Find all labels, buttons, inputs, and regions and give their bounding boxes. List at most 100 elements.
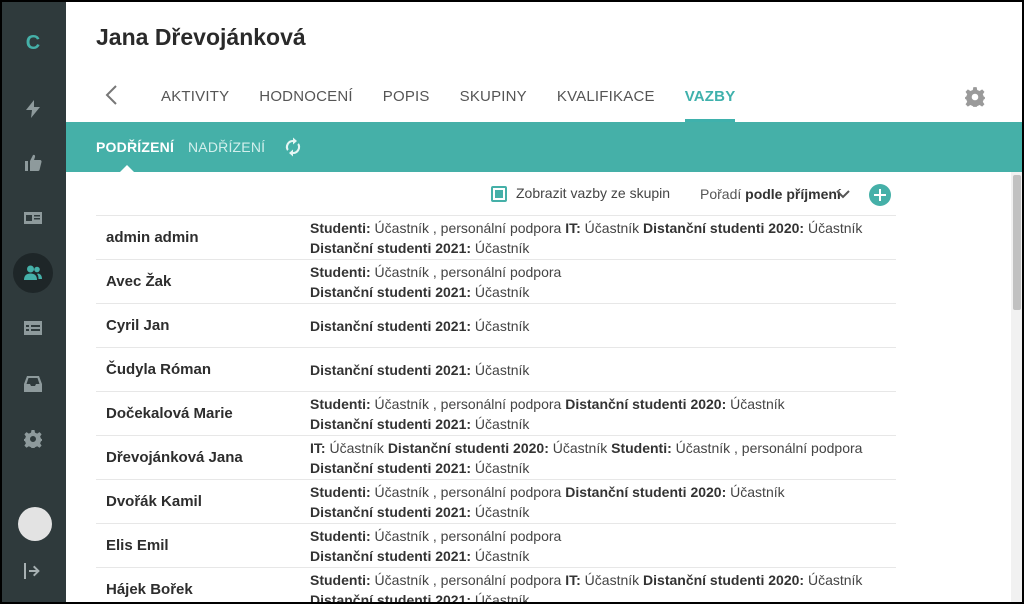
back-button[interactable]: [102, 84, 124, 106]
tab-description[interactable]: POPIS: [383, 88, 430, 122]
role-group: Studenti:: [611, 440, 672, 456]
tab-ratings[interactable]: HODNOCENÍ: [259, 88, 352, 122]
role-group: Distanční studenti 2021:: [310, 460, 472, 476]
scrollbar-thumb[interactable]: [1013, 175, 1021, 310]
role-value: Účastník , personální podpora: [370, 264, 562, 280]
main-tabs: AKTIVITY HODNOCENÍ POPIS SKUPINY KVALIFI…: [146, 88, 765, 122]
gear-icon: [965, 87, 985, 107]
table-row[interactable]: Čudyla Róman Distanční studenti 2021: Úča…: [96, 347, 896, 391]
role-group: Distanční studenti 2021:: [310, 284, 472, 300]
role-value: Účastník: [548, 440, 612, 456]
person-roles: Studenti: Účastník , personální podpora …: [310, 482, 890, 522]
refresh-button[interactable]: [283, 137, 303, 157]
role-value: Účastník: [580, 220, 644, 236]
logout-button[interactable]: [22, 561, 44, 581]
person-roles: Studenti: Účastník , personální podpora …: [310, 262, 890, 302]
table-row[interactable]: Dvořák Kamil Studenti: Účastník , personá…: [96, 479, 896, 523]
role-value: Účastník: [726, 484, 785, 500]
table-row[interactable]: Avec Žak Studenti: Účastník , personální …: [96, 259, 896, 303]
sidebar-item-table[interactable]: [13, 308, 53, 348]
person-name[interactable]: Dvořák Kamil: [106, 493, 202, 510]
active-subtab-indicator: [120, 165, 134, 172]
role-value: Účastník: [471, 460, 530, 476]
person-roles: Distanční studenti 2021: Účastník: [310, 316, 890, 336]
inbox-icon: [24, 376, 42, 392]
chevron-left-icon: [105, 85, 117, 105]
role-value: Účastník: [471, 318, 530, 334]
sidebar-item-settings[interactable]: [13, 419, 53, 459]
sidebar-item-cards[interactable]: [13, 198, 53, 238]
role-group: Distanční studenti 2021:: [310, 240, 472, 256]
sidebar-item-inbox[interactable]: [13, 364, 53, 404]
show-group-relations-checkbox[interactable]: [491, 186, 507, 202]
id-card-icon: [24, 212, 42, 224]
table-row[interactable]: Cyril Jan Distanční studenti 2021: Účastn…: [96, 303, 896, 347]
role-value: Účastník: [471, 362, 530, 378]
role-group: Studenti:: [310, 396, 371, 412]
table-row[interactable]: admin admin Studenti: Účastník , personál…: [96, 215, 896, 259]
role-value: Účastník , personální podpora: [370, 484, 566, 500]
avatar[interactable]: [18, 507, 52, 541]
app-logo[interactable]: C: [0, 32, 66, 55]
subnav: PODŘÍZENÍ NADŘÍZENÍ: [66, 122, 1022, 172]
settings-button[interactable]: [964, 86, 986, 108]
person-name[interactable]: Elis Emil: [106, 537, 169, 554]
role-group: Distanční studenti 2021:: [310, 416, 472, 432]
role-value: Účastník: [580, 572, 644, 588]
role-group: IT:: [310, 440, 326, 456]
role-group: Distanční studenti 2021:: [310, 362, 472, 378]
sidebar-item-activity[interactable]: [13, 89, 53, 129]
person-roles: IT: Účastník Distanční studenti 2020: Úč…: [310, 438, 890, 478]
sync-icon: [285, 137, 301, 157]
tab-activities[interactable]: AKTIVITY: [161, 88, 229, 122]
sidebar: C: [0, 0, 66, 604]
sort-value: podle příjmení: [745, 186, 841, 202]
role-group: Distanční studenti 2021:: [310, 318, 472, 334]
tab-qualifications[interactable]: KVALIFIKACE: [557, 88, 655, 122]
lightning-icon: [26, 100, 40, 118]
table-row[interactable]: Dřevojánková Jana IT: Účastník Distanční …: [96, 435, 896, 479]
role-group: Distanční studenti 2020:: [565, 484, 727, 500]
role-value: Účastník: [471, 416, 530, 432]
role-value: Účastník: [726, 396, 785, 412]
role-group: Studenti:: [310, 264, 371, 280]
sort-chevron[interactable]: [835, 187, 851, 201]
show-group-relations-label[interactable]: Zobrazit vazby ze skupin: [516, 185, 670, 201]
table-row[interactable]: Elis Emil Studenti: Účastník , personální…: [96, 523, 896, 567]
role-value: Účastník , personální podpora: [370, 572, 566, 588]
person-name[interactable]: Dřevojánková Jana: [106, 449, 243, 466]
role-group: Distanční studenti 2021:: [310, 504, 472, 520]
person-name[interactable]: Cyril Jan: [106, 317, 169, 334]
page-title: Jana Dřevojánková: [96, 24, 306, 50]
sort-prefix: Pořadí: [700, 186, 742, 202]
role-group: Distanční studenti 2020:: [643, 572, 805, 588]
role-group: IT:: [565, 220, 581, 236]
role-group: Studenti:: [310, 572, 371, 588]
role-group: Studenti:: [310, 484, 371, 500]
role-value: Účastník: [471, 548, 530, 564]
subtab-superiors[interactable]: NADŘÍZENÍ: [188, 139, 265, 155]
role-group: Distanční studenti 2020:: [387, 440, 549, 456]
table-row[interactable]: Dočekalová Marie Studenti: Účastník , per…: [96, 391, 896, 435]
sort-dropdown[interactable]: Pořadí podle příjmení: [700, 186, 841, 202]
role-group: Studenti:: [310, 528, 371, 544]
tab-relations[interactable]: VAZBY: [684, 88, 736, 122]
role-value: Účastník , personální podpora: [370, 396, 566, 412]
sidebar-item-people[interactable]: [13, 253, 53, 293]
sidebar-item-ratings[interactable]: [13, 143, 53, 183]
person-name[interactable]: Čudyla Róman: [106, 361, 211, 378]
role-group: IT:: [565, 572, 581, 588]
role-value: Účastník: [804, 572, 863, 588]
plus-icon: [874, 189, 886, 201]
add-relation-button[interactable]: [869, 184, 891, 206]
table-row[interactable]: Hájek Bořek Studenti: Účastník , personál…: [96, 567, 896, 604]
role-value: Účastník: [325, 440, 388, 456]
role-value: Účastník , personální podpora: [370, 528, 562, 544]
person-name[interactable]: Hájek Bořek: [106, 581, 193, 598]
person-name[interactable]: admin admin: [106, 229, 199, 246]
role-group: Distanční studenti 2020:: [643, 220, 805, 236]
person-name[interactable]: Dočekalová Marie: [106, 405, 233, 422]
tab-groups[interactable]: SKUPINY: [460, 88, 527, 122]
person-name[interactable]: Avec Žak: [106, 273, 171, 290]
subtab-subordinates[interactable]: PODŘÍZENÍ: [96, 139, 174, 155]
